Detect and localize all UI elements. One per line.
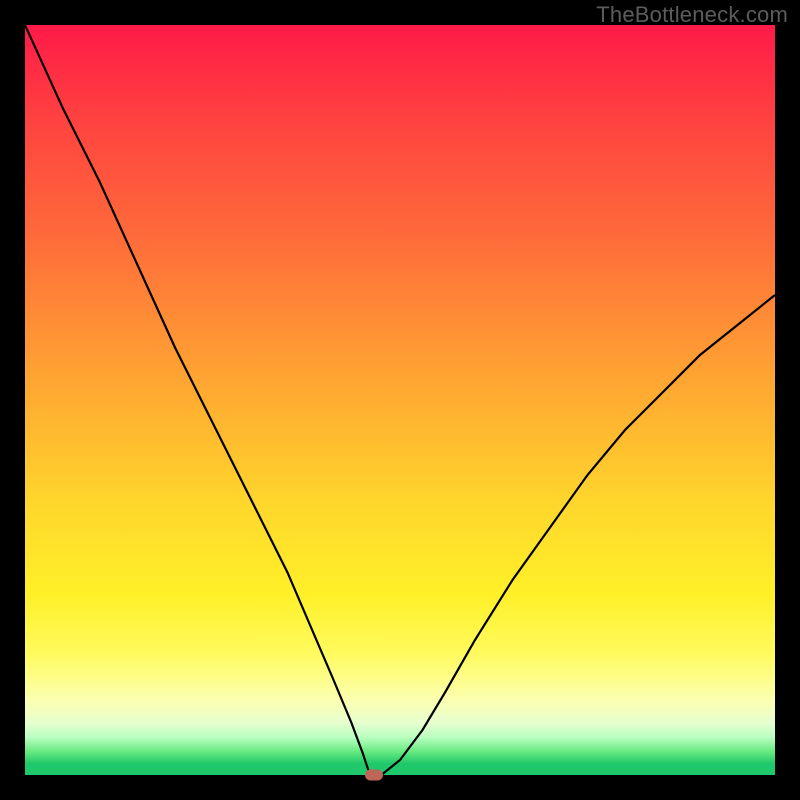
chart-svg: [25, 25, 775, 775]
optimal-marker: [365, 770, 383, 781]
chart-container: TheBottleneck.com: [0, 0, 800, 800]
bottleneck-curve: [25, 25, 775, 775]
plot-area: [25, 25, 775, 775]
